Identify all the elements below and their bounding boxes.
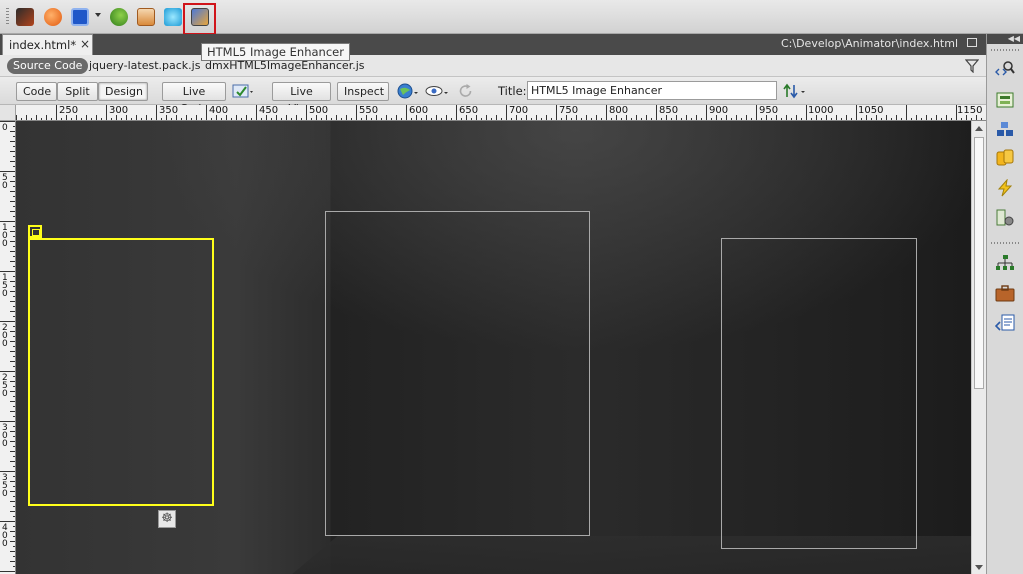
ruler-label: 300: [2, 423, 8, 449]
selected-image-frame[interactable]: ☸: [28, 238, 214, 528]
document-tab[interactable]: index.html* ×: [2, 34, 93, 55]
ruler-label: 600: [409, 105, 429, 116]
flash-icon[interactable]: [16, 8, 34, 26]
highlight-box: [183, 3, 216, 35]
inspect-button[interactable]: Inspect: [337, 82, 389, 101]
document-path: C:\Develop\Animator\index.html: [780, 37, 958, 50]
title-label: Title:: [498, 84, 527, 98]
code-view-button[interactable]: Code: [16, 82, 57, 101]
file-management-icon[interactable]: [783, 83, 807, 99]
ruler-label: 150: [2, 273, 8, 299]
site-icon[interactable]: [137, 8, 155, 26]
filter-icon[interactable]: [965, 59, 979, 73]
ruler-label: 200: [2, 323, 8, 349]
check-browser-icon[interactable]: [232, 83, 254, 99]
tooltip: HTML5 Image Enhancer: [201, 43, 350, 61]
ruler-label: 900: [709, 105, 729, 116]
css-panel-icon[interactable]: [995, 91, 1015, 109]
live-code-button[interactable]: Live Code: [162, 82, 226, 115]
code-navigator-icon[interactable]: [995, 60, 1015, 78]
design-view-button[interactable]: Design: [98, 82, 148, 101]
ruler-label: 500: [309, 105, 329, 116]
live-view-button[interactable]: Live View: [272, 82, 331, 115]
ruler-label: 750: [559, 105, 579, 116]
ruler-label: 100: [2, 223, 8, 249]
plugin-placeholder-icon[interactable]: ☸: [158, 510, 176, 528]
document-tab-bar: index.html* × C:\Develop\Animator\index.…: [0, 34, 986, 55]
ruler-label: 700: [509, 105, 529, 116]
title-input[interactable]: [527, 81, 777, 100]
ruler-label: 650: [459, 105, 479, 116]
document-tab-label: index.html*: [9, 38, 77, 52]
ruler-label: 950: [759, 105, 779, 116]
related-file-jquery[interactable]: jquery-latest.pack.js: [89, 59, 200, 72]
scrollbar-thumb[interactable]: [974, 137, 984, 389]
collapse-panel-icon[interactable]: ◀◀: [987, 34, 1023, 44]
assets-icon[interactable]: [995, 284, 1015, 302]
ruler-label: 800: [609, 105, 629, 116]
ruler-label: 400: [209, 105, 229, 116]
ruler-origin[interactable]: [0, 105, 16, 121]
split-view-button[interactable]: Split: [57, 82, 98, 101]
databases-icon[interactable]: [995, 149, 1015, 167]
behaviors-icon[interactable]: [995, 179, 1015, 197]
ruler-label: 850: [659, 105, 679, 116]
panel-dock: ◀◀: [986, 34, 1023, 574]
ruler-label: 50: [2, 173, 8, 191]
horizontal-ruler: 250 300 350 400 450 500 550 600 650 700 …: [16, 105, 986, 121]
snippets-icon[interactable]: [995, 314, 1015, 332]
chevron-down-icon[interactable]: [95, 13, 101, 17]
vertical-scrollbar[interactable]: [971, 121, 986, 574]
ruler-label: 400: [2, 523, 8, 549]
panel-divider: [991, 49, 1019, 51]
ruler-label: 1000: [808, 105, 834, 116]
scroll-up-arrow-icon[interactable]: [975, 126, 983, 131]
ruler-label: 550: [359, 105, 379, 116]
restore-window-icon[interactable]: [967, 38, 977, 47]
element-anchor-icon[interactable]: [28, 225, 42, 238]
ruler-label: 1150: [957, 105, 983, 116]
ruler-label: 250: [59, 105, 79, 116]
globe-icon[interactable]: [397, 83, 419, 99]
toolbar-grip[interactable]: [6, 8, 9, 26]
close-icon[interactable]: ×: [80, 37, 90, 51]
vertical-ruler: 0 50 100 150 200 250 300 350 400: [0, 121, 16, 574]
shape-icon[interactable]: [71, 8, 89, 26]
document-toolbar: Code Split Design Live Code Live View In…: [0, 77, 986, 115]
ruler-label: 1050: [858, 105, 884, 116]
refresh-icon[interactable]: [457, 83, 474, 99]
ruler-label: 300: [109, 105, 129, 116]
preview-eye-icon[interactable]: [425, 83, 449, 99]
ruler-label: 350: [159, 105, 179, 116]
ruler-label: 250: [2, 373, 8, 399]
panel-divider: [991, 242, 1019, 244]
ap-elements-icon[interactable]: [995, 120, 1015, 138]
source-code-button[interactable]: Source Code: [7, 58, 89, 74]
design-view-canvas[interactable]: ☸: [16, 121, 971, 574]
application-toolbar: [0, 0, 1023, 35]
scroll-down-arrow-icon[interactable]: [975, 565, 983, 570]
image-frame-right[interactable]: [721, 238, 917, 549]
ruler-label: 0: [2, 123, 8, 133]
browser-refresh-icon[interactable]: [110, 8, 128, 26]
image-frame-center[interactable]: [325, 211, 590, 536]
adobe-air-icon[interactable]: [164, 8, 182, 26]
server-behaviors-icon[interactable]: [995, 209, 1015, 227]
related-files-bar: Source Code jquery-latest.pack.js dmxHTM…: [0, 55, 986, 77]
files-icon[interactable]: [995, 254, 1015, 272]
contribute-icon[interactable]: [44, 8, 62, 26]
ruler-label: 450: [259, 105, 279, 116]
ruler-label: 350: [2, 473, 8, 499]
